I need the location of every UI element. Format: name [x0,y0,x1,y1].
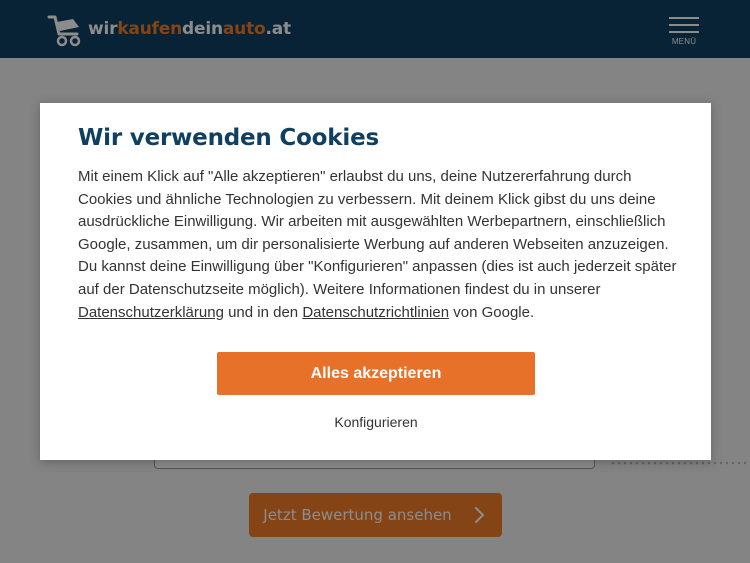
configure-cookies-link[interactable]: Konfigurieren [317,414,435,430]
cookie-dialog-body: Mit einem Klick auf "Alle akzeptieren" e… [78,168,677,298]
privacy-policy-link[interactable]: Datenschutzerklärung [78,304,224,321]
cookie-dialog-mid-text: und in den [223,303,303,321]
cookie-dialog-end-text: von Google. [449,303,535,321]
google-privacy-link[interactable]: Datenschutzrichtlinien [302,304,449,321]
accept-all-cookies-button[interactable]: Alles akzeptieren [217,352,535,395]
cookie-dialog-title: Wir verwenden Cookies [78,125,379,151]
cookie-consent-dialog: Wir verwenden Cookies Mit einem Klick au… [40,103,711,460]
cookie-dialog-text: Mit einem Klick auf "Alle akzeptieren" e… [78,166,688,324]
